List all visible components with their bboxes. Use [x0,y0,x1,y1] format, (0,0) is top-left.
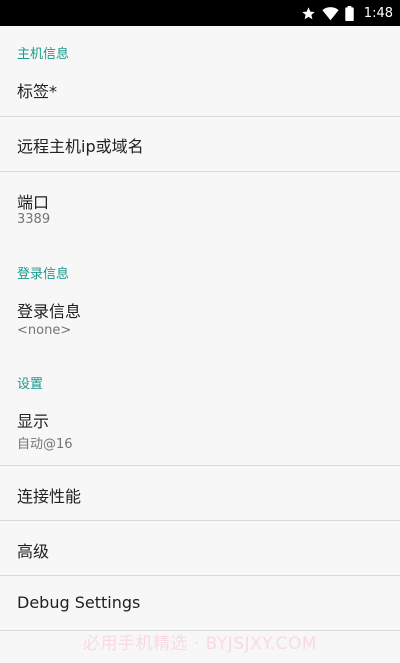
pref-remote-host[interactable]: 远程主机ip或域名 [0,117,400,171]
wifi-icon [322,6,339,21]
star-icon [301,6,316,21]
pref-display[interactable]: 显示 自动@16 [0,394,400,464]
section-header-host-info: 主机信息 [17,47,70,62]
pref-port-summary: 3389 [17,212,51,227]
pref-connection-performance-title: 连接性能 [17,487,82,506]
pref-debug-settings-title: Debug Settings [17,593,141,612]
battery-icon [345,5,354,21]
pref-credentials-summary: <none> [17,323,72,338]
pref-port[interactable]: 端口 3389 [0,172,400,244]
bookmark-settings-screen: 1:48 主机信息 标签* 远程主机ip或域名 端口 3389 登录信息 登录信… [0,0,400,663]
status-icons: 1:48 [301,0,393,26]
pref-connection-performance[interactable]: 连接性能 [0,466,400,520]
pref-credentials-title: 登录信息 [17,302,82,321]
pref-advanced[interactable]: 高级 [0,521,400,575]
pref-advanced-title: 高级 [17,542,50,561]
pref-display-summary: 自动@16 [17,437,73,452]
preferences-list: 主机信息 标签* 远程主机ip或域名 端口 3389 登录信息 登录信息 <no… [0,26,400,663]
watermark: 必用手机精选 · BYJSJXY.COM [82,634,318,654]
section-header-settings: 设置 [17,377,44,392]
pref-label[interactable]: 标签* [0,64,400,116]
pref-port-title: 端口 [17,193,50,212]
pref-label-title: 标签* [17,82,58,101]
status-time: 1:48 [363,5,393,21]
pref-display-title: 显示 [17,412,50,431]
pref-debug-settings[interactable]: Debug Settings [0,576,400,630]
section-header-login-info: 登录信息 [17,267,70,282]
status-bar: 1:48 [0,0,400,26]
pref-credentials[interactable]: 登录信息 <none> [0,284,400,352]
pref-remote-host-title: 远程主机ip或域名 [17,137,144,156]
